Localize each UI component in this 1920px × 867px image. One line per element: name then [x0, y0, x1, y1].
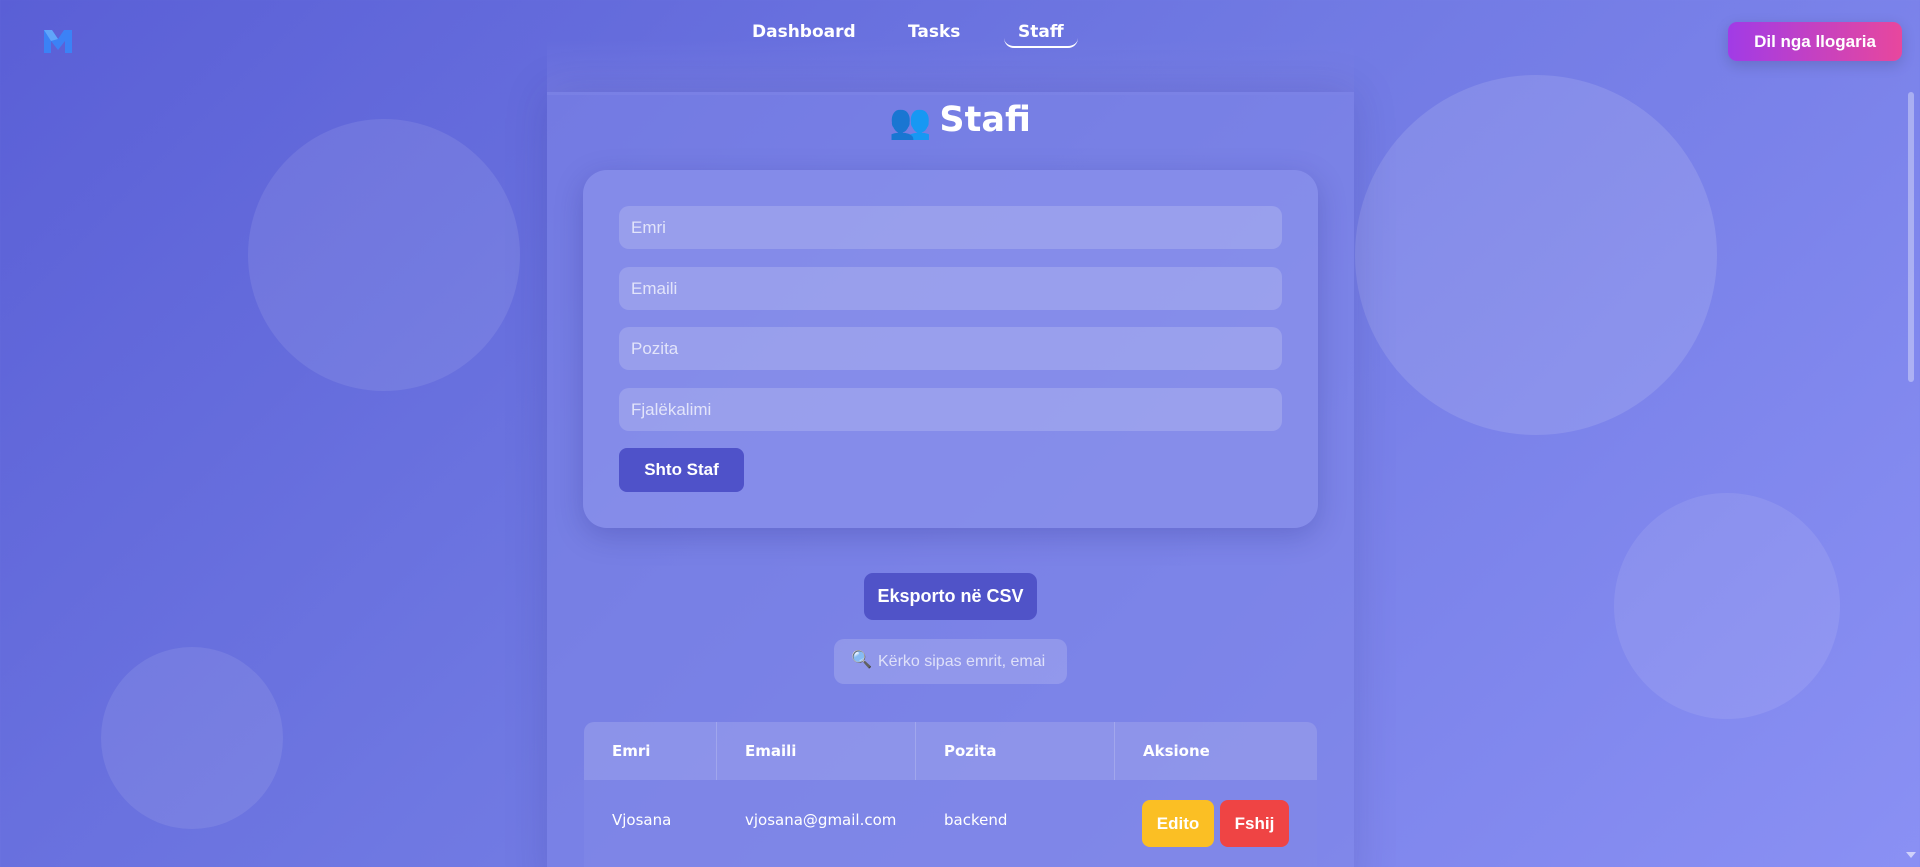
- column-header-email: Emaili: [717, 722, 916, 780]
- table-header: Emri Emaili Pozita Aksione: [584, 722, 1317, 780]
- magnifier-icon: 🔍: [851, 650, 873, 669]
- logout-button[interactable]: Dil nga llogaria: [1728, 22, 1902, 61]
- position-field[interactable]: [619, 327, 1282, 370]
- nav-link-dashboard[interactable]: Dashboard: [738, 18, 870, 46]
- nav-link-staff[interactable]: Staff: [1004, 18, 1078, 48]
- top-navbar: Dashboard Tasks Staff Dil nga llogaria: [0, 0, 1920, 90]
- password-field[interactable]: [619, 388, 1282, 431]
- main-nav: Dashboard Tasks Staff: [0, 18, 1920, 54]
- decor-bubble: [248, 119, 520, 391]
- cell-position: backend: [944, 811, 1008, 829]
- search-box: 🔍: [834, 639, 1067, 684]
- page-title: 👥 Stafi: [0, 100, 1920, 142]
- column-header-actions: Aksione: [1143, 742, 1210, 760]
- staff-table: Emri Emaili Pozita Aksione Vjosana vjosa…: [584, 722, 1317, 867]
- add-staff-button[interactable]: Shto Staf: [619, 448, 744, 492]
- cell-email: vjosana@gmail.com: [745, 811, 897, 829]
- search-input[interactable]: [878, 639, 1058, 684]
- decor-bubble: [101, 647, 283, 829]
- email-field[interactable]: [619, 267, 1282, 310]
- name-field[interactable]: [619, 206, 1282, 249]
- nav-link-tasks[interactable]: Tasks: [894, 18, 974, 46]
- edit-button[interactable]: Edito: [1142, 800, 1214, 847]
- decor-bubble: [1614, 493, 1840, 719]
- scroll-down-arrow-icon[interactable]: [1906, 852, 1916, 858]
- add-staff-form: Shto Staf: [583, 170, 1318, 528]
- column-header-name: Emri: [584, 722, 717, 780]
- column-header-position: Pozita: [916, 722, 1115, 780]
- export-csv-button[interactable]: Eksporto në CSV: [864, 573, 1037, 620]
- delete-button[interactable]: Fshij: [1220, 800, 1289, 847]
- scrollbar-thumb[interactable]: [1908, 92, 1914, 382]
- page-title-text: Stafi: [939, 100, 1031, 140]
- cell-name: Vjosana: [612, 811, 672, 829]
- people-icon: 👥: [889, 102, 932, 142]
